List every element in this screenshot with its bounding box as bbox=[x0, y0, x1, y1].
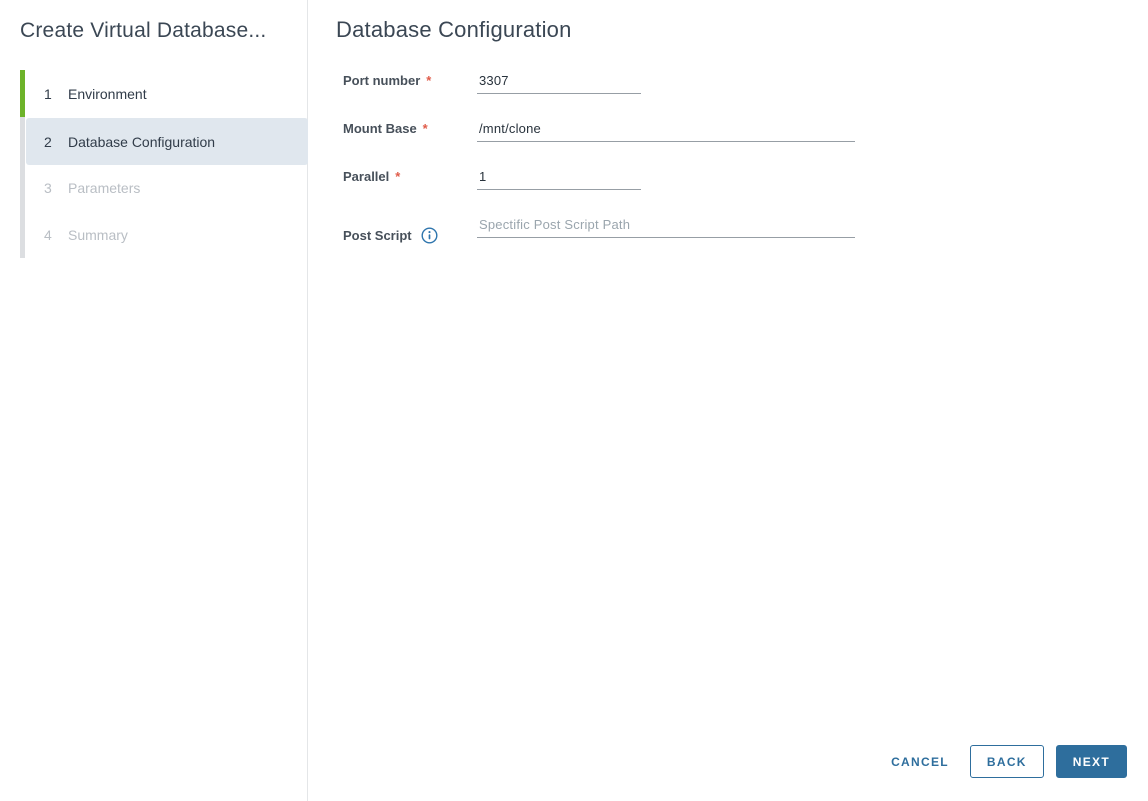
sidebar-step-database-configuration[interactable]: 2 Database Configuration bbox=[26, 118, 308, 165]
step-number: 3 bbox=[44, 179, 52, 196]
mount-base-label: Mount Base bbox=[343, 121, 417, 136]
sidebar-step-environment[interactable]: 1 Environment bbox=[26, 70, 308, 117]
cancel-button[interactable]: CANCEL bbox=[883, 745, 957, 778]
page-title: Database Configuration bbox=[336, 17, 572, 42]
step-number: 1 bbox=[44, 85, 52, 102]
step-label: Database Configuration bbox=[68, 133, 216, 150]
step-label: Summary bbox=[68, 226, 128, 243]
sidebar-step-summary: 4 Summary bbox=[26, 211, 308, 258]
parallel-label: Parallel bbox=[343, 169, 390, 184]
wizard-footer: CANCEL BACK NEXT bbox=[883, 745, 1127, 778]
step-label: Environment bbox=[68, 85, 147, 102]
sidebar-step-parameters: 3 Parameters bbox=[26, 164, 308, 211]
step-number: 2 bbox=[44, 133, 52, 150]
back-button[interactable]: BACK bbox=[969, 745, 1044, 778]
required-marker: * bbox=[426, 73, 432, 88]
step-label: Parameters bbox=[68, 179, 141, 196]
step-number: 4 bbox=[44, 226, 52, 243]
port-number-input[interactable] bbox=[477, 72, 641, 94]
wizard-steps: 1 Environment 2 Database Configuration 3… bbox=[0, 70, 308, 258]
mount-base-input[interactable] bbox=[477, 120, 855, 142]
post-script-input[interactable] bbox=[477, 216, 855, 238]
wizard-title: Create Virtual Database... bbox=[20, 19, 267, 42]
port-number-label: Port number bbox=[343, 73, 421, 88]
required-marker: * bbox=[422, 121, 428, 136]
next-button[interactable]: NEXT bbox=[1055, 745, 1127, 778]
wizard-sidebar: Create Virtual Database... 1 Environment… bbox=[0, 0, 308, 801]
parallel-input[interactable] bbox=[477, 168, 641, 190]
step-track-completed-bar bbox=[20, 70, 25, 117]
info-circle-icon[interactable] bbox=[421, 227, 438, 244]
required-marker: * bbox=[395, 169, 401, 184]
post-script-label: Post Script bbox=[343, 228, 412, 243]
